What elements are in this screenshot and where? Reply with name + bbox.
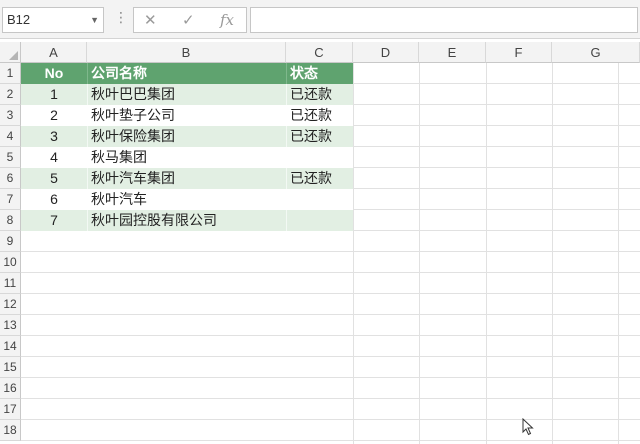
column-header-a[interactable]: A (21, 42, 87, 63)
column-header-f[interactable]: F (486, 42, 552, 63)
row-header[interactable]: 4 (0, 126, 21, 147)
table-row: 2 秋叶垫子公司 已还款 (21, 105, 353, 126)
more-options-icon[interactable]: ⋮ (114, 9, 128, 26)
row-header[interactable]: 17 (0, 399, 21, 420)
formula-bar-area: B12 ▼ ⋮ ✕ ✓ fx (0, 0, 640, 39)
gridline (486, 63, 487, 444)
gridline (618, 63, 619, 444)
cell-no[interactable]: 4 (21, 147, 87, 168)
gridline (353, 63, 354, 444)
cell-company[interactable]: 秋马集团 (87, 147, 286, 168)
name-box[interactable]: B12 ▼ (2, 7, 104, 33)
cell-status[interactable] (286, 210, 353, 231)
cell-company[interactable]: 秋叶垫子公司 (87, 105, 286, 126)
row-header[interactable]: 8 (0, 210, 21, 231)
cell-no[interactable]: 6 (21, 189, 87, 210)
cell-status[interactable] (286, 147, 353, 168)
cell-company[interactable]: 秋叶汽车集团 (87, 168, 286, 189)
column-header-c[interactable]: C (286, 42, 353, 63)
row-header[interactable]: 9 (0, 231, 21, 252)
header-cell-company[interactable]: 公司名称 (87, 63, 286, 84)
cell-no[interactable]: 5 (21, 168, 87, 189)
row-header[interactable]: 7 (0, 189, 21, 210)
row-header[interactable]: 16 (0, 378, 21, 399)
row-header[interactable]: 3 (0, 105, 21, 126)
cell-no[interactable]: 1 (21, 84, 87, 105)
formula-input[interactable] (250, 7, 638, 33)
cell-status[interactable]: 已还款 (286, 126, 353, 147)
table-row: 1 秋叶巴巴集团 已还款 (21, 84, 353, 105)
table-header-row: No 公司名称 状态 (21, 63, 353, 84)
row-header[interactable]: 1 (0, 63, 21, 84)
table-row: 5 秋叶汽车集团 已还款 (21, 168, 353, 189)
cell-no[interactable]: 3 (21, 126, 87, 147)
row-header[interactable]: 18 (0, 420, 21, 441)
insert-function-icon[interactable]: fx (220, 11, 234, 29)
cell-company[interactable]: 秋叶园控股有限公司 (87, 210, 286, 231)
table-row: 3 秋叶保险集团 已还款 (21, 126, 353, 147)
cell-company[interactable]: 秋叶保险集团 (87, 126, 286, 147)
gridline (419, 63, 420, 444)
row-header[interactable]: 14 (0, 336, 21, 357)
row-header[interactable]: 15 (0, 357, 21, 378)
header-cell-no[interactable]: No (21, 63, 87, 84)
table-row: 6 秋叶汽车 (21, 189, 353, 210)
chevron-down-icon[interactable]: ▼ (90, 8, 99, 32)
table-row: 4 秋马集团 (21, 147, 353, 168)
select-all-button[interactable] (0, 42, 21, 63)
mouse-cursor-icon (522, 418, 534, 436)
cell-status[interactable]: 已还款 (286, 105, 353, 126)
cell-status[interactable]: 已还款 (286, 84, 353, 105)
cell-no[interactable]: 2 (21, 105, 87, 126)
confirm-icon[interactable]: ✓ (182, 11, 195, 29)
column-header-g[interactable]: G (552, 42, 640, 63)
formula-buttons: ✕ ✓ fx (133, 7, 247, 33)
table-row: 7 秋叶园控股有限公司 (21, 210, 353, 231)
cancel-icon[interactable]: ✕ (144, 11, 157, 29)
column-header-d[interactable]: D (353, 42, 419, 63)
column-header-b[interactable]: B (87, 42, 286, 63)
row-header[interactable]: 5 (0, 147, 21, 168)
cell-no[interactable]: 7 (21, 210, 87, 231)
row-header[interactable]: 13 (0, 315, 21, 336)
cell-company[interactable]: 秋叶汽车 (87, 189, 286, 210)
header-cell-status[interactable]: 状态 (286, 63, 353, 84)
row-header[interactable]: 11 (0, 273, 21, 294)
cell-status[interactable]: 已还款 (286, 168, 353, 189)
row-header[interactable]: 12 (0, 294, 21, 315)
row-header[interactable]: 2 (0, 84, 21, 105)
gridline (552, 63, 553, 444)
cell-company[interactable]: 秋叶巴巴集团 (87, 84, 286, 105)
cell-status[interactable] (286, 189, 353, 210)
name-box-value: B12 (7, 12, 31, 27)
row-header[interactable]: 6 (0, 168, 21, 189)
row-header[interactable]: 10 (0, 252, 21, 273)
column-header-e[interactable]: E (419, 42, 486, 63)
